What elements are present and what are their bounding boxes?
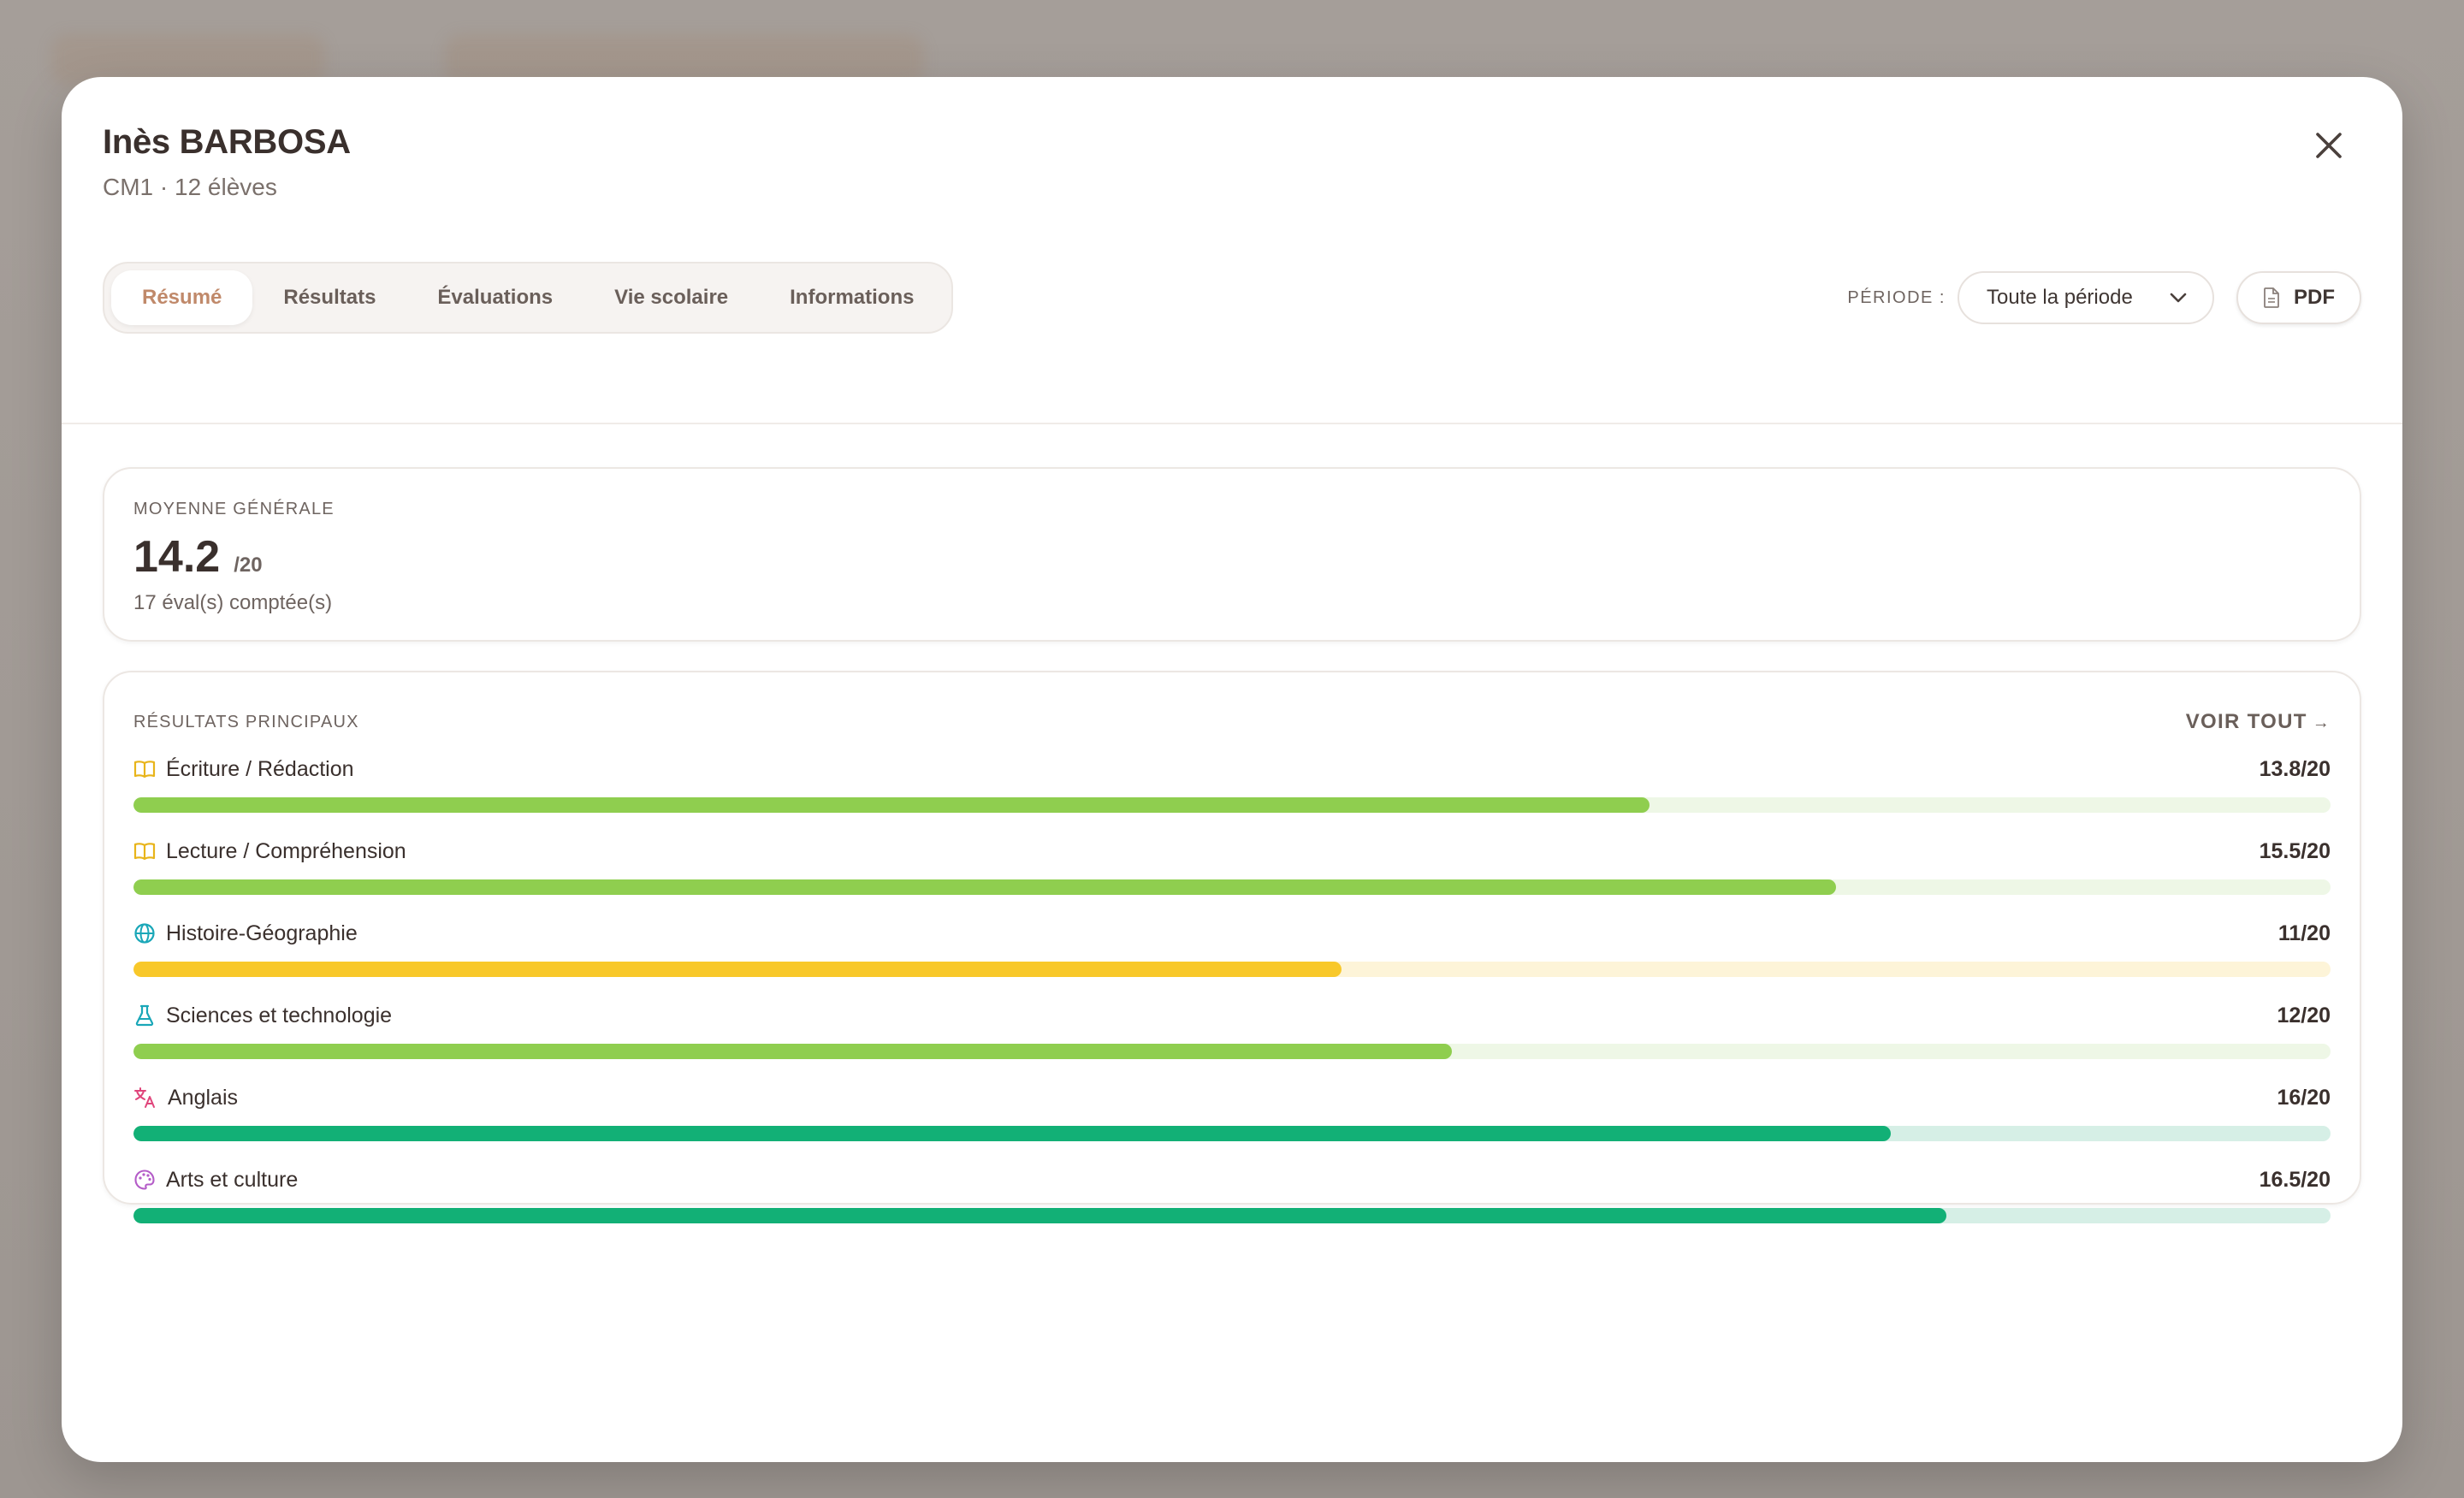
translate-icon [133,1086,168,1109]
results-label: RÉSULTATS PRINCIPAUX [133,712,359,731]
book-icon [133,841,166,861]
tab-vie-scolaire[interactable]: Vie scolaire [583,270,759,325]
progress-fill [133,1044,1452,1059]
palette-icon [133,1169,166,1191]
subject-grade: 16.5/20 [2259,1167,2331,1192]
progress-track [133,797,2331,813]
period-select[interactable]: Toute la période [1958,271,2214,324]
average-card: MOYENNE GÉNÉRALE 14.2 /20 17 éval(s) com… [103,467,2361,642]
subject-item: Histoire-Géographie 11/20 [133,921,2331,977]
progress-fill [133,797,1650,813]
see-all-label: VOIR TOUT [2185,710,2307,733]
student-name: Inès BARBOSA [103,123,351,161]
close-button[interactable] [2305,121,2353,169]
tab-resume[interactable]: Résumé [111,270,253,325]
subject-item: Écriture / Rédaction 13.8/20 [133,756,2331,813]
pdf-export-button[interactable]: PDF [2236,271,2361,324]
subject-name: Arts et culture [166,1167,299,1192]
globe-icon [133,922,166,944]
subject-name: Anglais [168,1085,238,1110]
evaluation-count: 17 éval(s) comptée(s) [133,591,333,614]
subject-list: Écriture / Rédaction 13.8/20 Lecture / C… [133,756,2331,1223]
progress-track [133,879,2331,895]
average-label: MOYENNE GÉNÉRALE [133,500,335,518]
document-icon [2264,287,2279,308]
modal-header: Inès BARBOSA CM1 · 12 élèves [103,123,351,201]
average-value: 14.2 [133,532,221,582]
progress-track [133,1126,2331,1141]
period-label: PÉRIODE : [1847,287,1946,307]
see-all-link[interactable]: VOIR TOUT → [2186,710,2331,734]
header-divider [62,423,2402,424]
progress-track [133,962,2331,977]
tab-resultats[interactable]: Résultats [252,270,406,325]
subject-grade: 16/20 [2277,1085,2331,1110]
subject-name: Écriture / Rédaction [166,756,354,781]
student-modal: Inès BARBOSA CM1 · 12 élèves Résumé Résu… [62,77,2402,1462]
period-selected-value: Toute la période [1987,286,2133,309]
toolbar: Résumé Résultats Évaluations Vie scolair… [103,262,2361,334]
subject-grade: 15.5/20 [2259,838,2331,863]
progress-fill [133,962,1342,977]
tab-informations[interactable]: Informations [759,270,945,325]
flask-icon [133,1004,166,1027]
subject-item: Arts et culture 16.5/20 [133,1167,2331,1223]
progress-fill [133,879,1837,895]
subject-grade: 13.8/20 [2259,756,2331,781]
subject-grade: 11/20 [2277,921,2331,945]
subject-grade: 12/20 [2277,1003,2331,1027]
results-card: RÉSULTATS PRINCIPAUX VOIR TOUT → Écriture… [103,671,2361,1223]
progress-fill [133,1126,1892,1141]
chevron-down-icon [2170,293,2187,303]
tab-evaluations[interactable]: Évaluations [406,270,583,325]
subject-name: Lecture / Compréhension [166,838,406,863]
progress-track [133,1208,2331,1223]
progress-track [133,1044,2331,1059]
close-icon [2316,133,2342,158]
subject-name: Sciences et technologie [166,1003,393,1027]
subject-item: Lecture / Compréhension 15.5/20 [133,838,2331,895]
average-scale: /20 [234,554,263,577]
tab-bar: Résumé Résultats Évaluations Vie scolair… [103,262,954,334]
toolbar-right: PÉRIODE : Toute la période PDF [1847,271,2361,324]
book-icon [133,759,166,779]
progress-fill [133,1208,1946,1223]
subject-item: Anglais 16/20 [133,1085,2331,1141]
subject-name: Histoire-Géographie [166,921,358,945]
subject-item: Sciences et technologie 12/20 [133,1003,2331,1059]
student-class-info: CM1 · 12 élèves [103,174,277,200]
pdf-label: PDF [2294,286,2335,309]
arrow-right-icon: → [2312,713,2331,732]
